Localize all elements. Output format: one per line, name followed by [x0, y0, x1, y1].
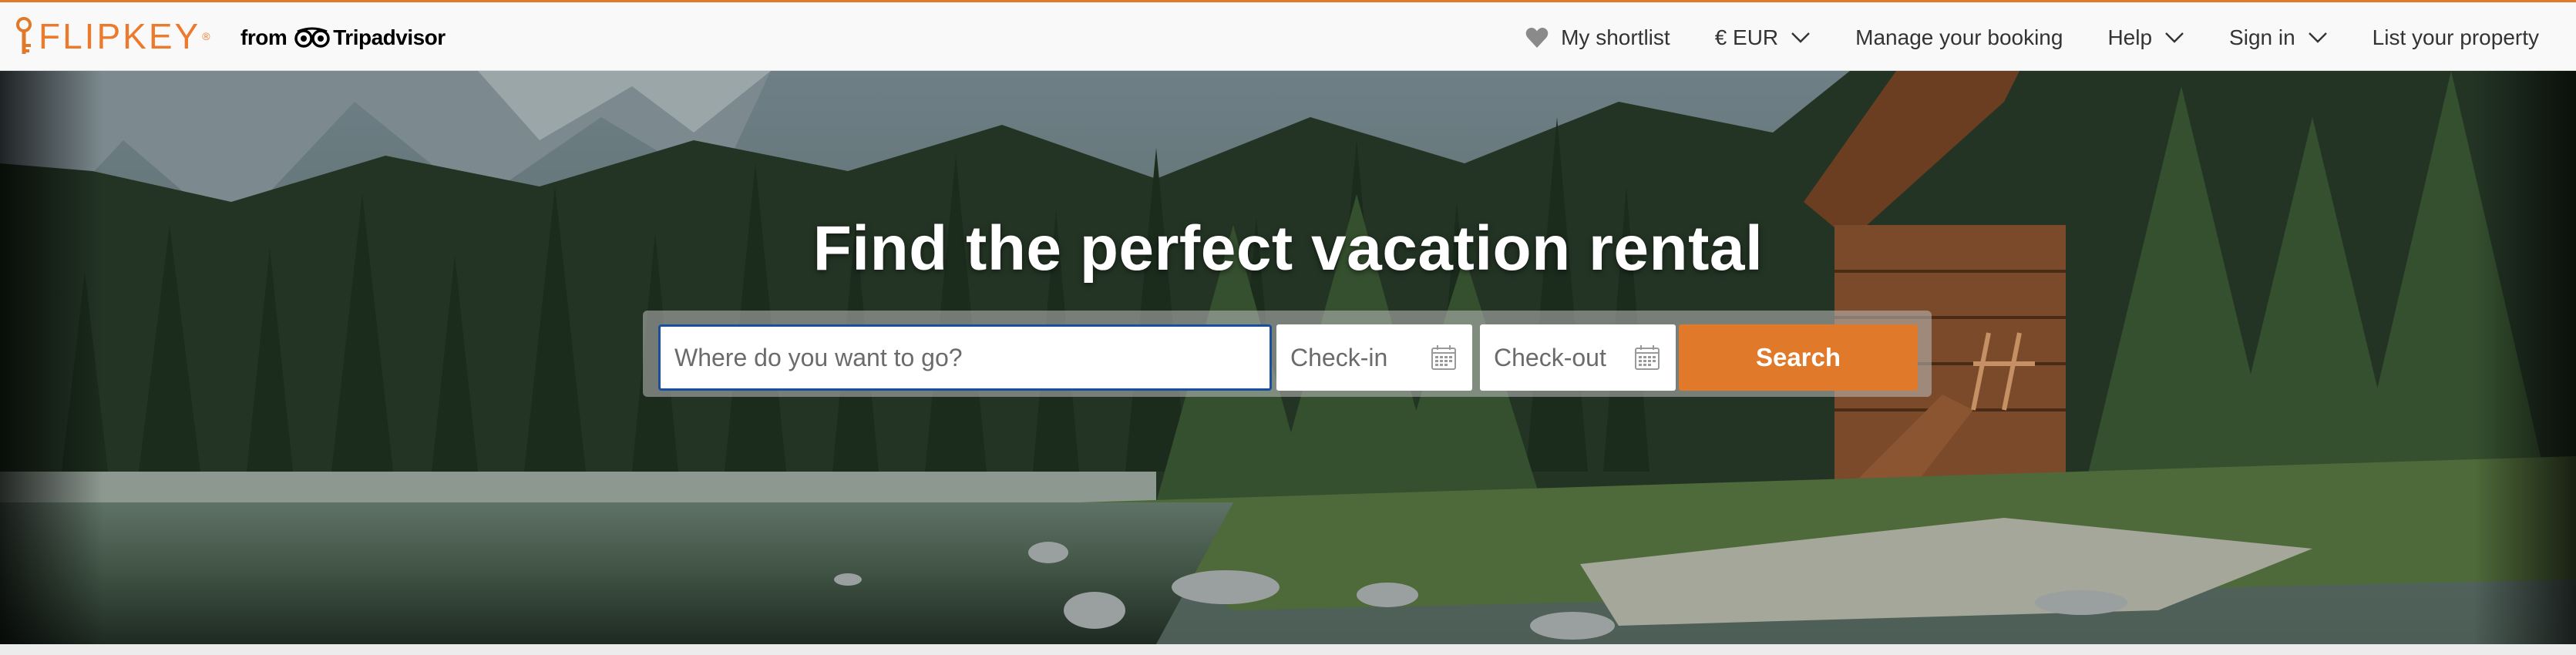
nav-manage-booking-label: Manage your booking: [1855, 25, 2063, 49]
nav-currency-label: € EUR: [1714, 25, 1779, 49]
nav-currency-select[interactable]: € EUR: [1715, 25, 1811, 50]
nav-list-property[interactable]: List your property: [2373, 25, 2539, 50]
nav-shortlist-label: My shortlist: [1561, 25, 1670, 49]
tripadvisor-attribution: from Tripadvisor: [240, 25, 446, 50]
checkin-label: Check-in: [1290, 343, 1388, 371]
tripadvisor-wordmark: Tripadvisor: [333, 25, 446, 49]
nav-sign-in[interactable]: Sign in: [2229, 25, 2328, 50]
search-button[interactable]: Search: [1679, 324, 1918, 391]
checkin-date-field[interactable]: Check-in: [1276, 324, 1472, 391]
calendar-icon: [1635, 345, 1660, 370]
heart-icon: [1525, 28, 1549, 48]
destination-search-input[interactable]: [658, 324, 1272, 391]
flipkey-logo[interactable]: FLIPKEY ®: [11, 16, 210, 56]
search-bar: Check-in Check-out: [643, 311, 1932, 397]
logo-wordmark: FLIPKEY: [39, 16, 201, 56]
chevron-down-icon: [1791, 32, 1811, 43]
chevron-down-icon: [2308, 32, 2327, 43]
top-header: FLIPKEY ® from Tripadvisor My shortlist …: [0, 0, 2576, 71]
nav-help-label: Help: [2107, 25, 2153, 49]
calendar-icon: [1431, 345, 1456, 370]
key-icon: [16, 17, 32, 54]
hero-title: Find the perfect vacation rental: [812, 213, 1764, 284]
checkout-date-field[interactable]: Check-out: [1480, 324, 1676, 391]
checkout-label: Check-out: [1494, 343, 1606, 371]
nav-list-property-label: List your property: [2372, 25, 2539, 49]
tripadvisor-owl-icon: [294, 27, 330, 48]
from-label: from: [240, 25, 288, 49]
hero-banner: Find the perfect vacation rental Check-i…: [0, 71, 2576, 644]
nav-my-shortlist[interactable]: My shortlist: [1525, 25, 1670, 50]
chevron-down-icon: [2165, 32, 2184, 43]
top-nav: My shortlist € EUR Manage your booking H…: [1525, 2, 2539, 73]
nav-sign-in-label: Sign in: [2229, 25, 2295, 49]
nav-manage-booking[interactable]: Manage your booking: [1855, 25, 2063, 50]
registered-mark: ®: [202, 30, 210, 42]
nav-help[interactable]: Help: [2107, 25, 2184, 50]
